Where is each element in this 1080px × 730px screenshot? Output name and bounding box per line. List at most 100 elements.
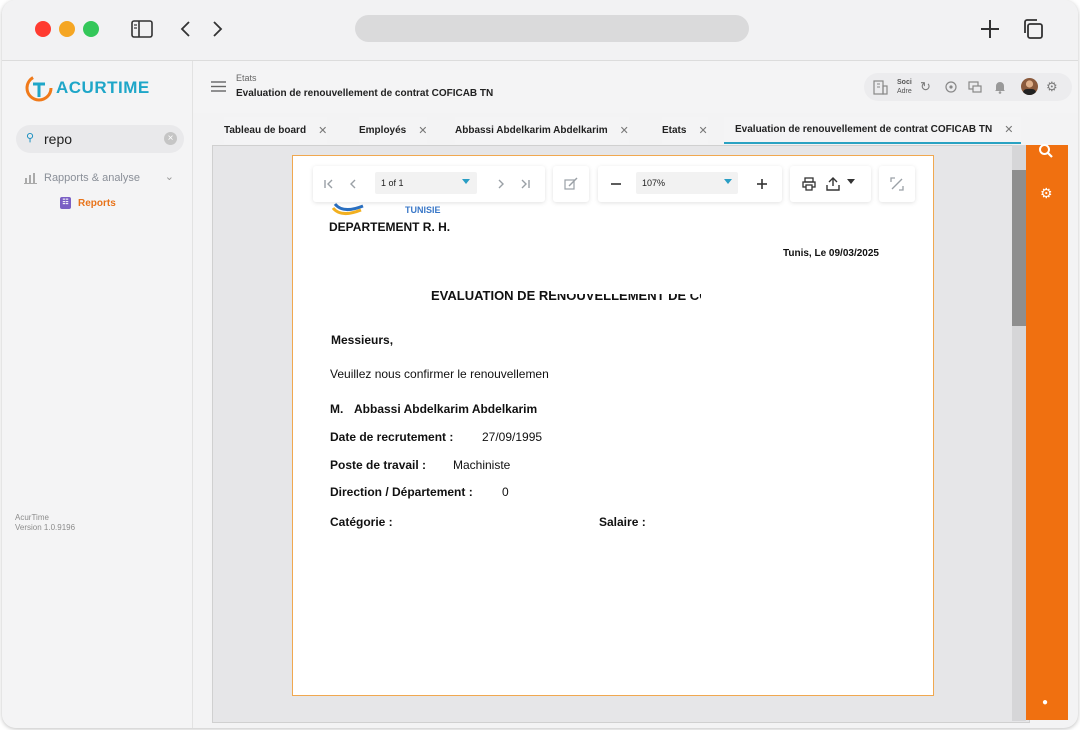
print-icon[interactable] [800,174,818,194]
acurtime-logo[interactable]: ACURTIME [24,73,150,103]
page-navigation: 1 of 1 [313,166,545,202]
back-icon[interactable] [172,16,198,42]
company-name: Soci [897,79,912,86]
new-tab-icon[interactable] [977,16,1003,42]
department-heading: DEPARTEMENT R. H. [329,220,451,234]
company-address: Adre [897,88,912,95]
tab-overview-icon[interactable] [1020,16,1046,42]
nav-group-rapports[interactable]: Rapports & analyse ⌄ [24,168,176,188]
maximize-window-button[interactable] [83,21,99,37]
app-version: AcurTime Version 1.0.9196 [15,513,75,533]
search-icon[interactable] [1038,143,1054,162]
zoom-out-icon[interactable] [608,174,624,194]
zoom-controls: 107% [598,166,782,202]
page-title: Evaluation de renouvellement de contrat … [236,88,494,99]
menu-search[interactable]: ⚲ × [16,125,184,153]
edit-icon[interactable] [563,174,579,194]
close-icon[interactable]: ✕ [318,124,327,137]
post-label: Poste de travail : [330,458,427,472]
settings-gear-icon[interactable]: ⚙ [1046,79,1058,95]
tab-abbassi[interactable]: Abbassi Abdelkarim Abdelkarim ✕ [455,117,629,144]
tab-label: Tableau de board [224,125,307,136]
close-window-button[interactable] [35,21,51,37]
export-icon[interactable] [824,174,842,194]
sidebar-item-label: Reports [78,197,116,209]
zoom-in-icon[interactable] [754,174,770,194]
browser-window: ACURTIME ⚲ × Rapports & analyse ⌄ ☷ Repo… [2,0,1078,728]
fullscreen-group [879,166,915,202]
tab-label: Etats [662,125,687,136]
report-page: TUNISIE DEPARTEMENT R. H. Tunis, Le 09/0… [292,155,934,696]
recruit-value: 27/09/1995 [482,430,543,444]
close-icon[interactable]: ✕ [698,124,707,137]
zoom-select[interactable]: 107% [636,172,738,194]
next-page-icon[interactable] [493,174,509,194]
sidebar-toggle-icon[interactable] [129,16,155,42]
chevron-down-icon[interactable] [847,179,855,184]
letter-body: Veuillez nous confirmer le renouvellemen [330,367,549,381]
previous-page-icon[interactable] [345,174,361,194]
chevron-down-icon[interactable] [724,179,732,184]
tab-label: Employés [359,125,407,136]
address-bar[interactable] [355,15,749,42]
menu-icon[interactable] [211,81,226,92]
right-action-bar: ⚙ ● [1026,143,1068,720]
report-icon: ☷ [60,197,71,209]
tab-label: Evaluation de renouvellement de contrat … [735,124,993,135]
category-label: Catégorie : [330,515,393,529]
version-name: AcurTime [15,513,49,522]
app-header: Etats Evaluation de renouvellement de co… [193,61,1078,113]
sync-icon[interactable] [944,79,958,95]
menu-search-input[interactable] [44,129,154,149]
logo-subtitle: TUNISIE [405,205,441,215]
employee-prefix: M. [330,402,344,416]
screens-icon[interactable] [968,79,982,95]
app-sidebar: ACURTIME ⚲ × Rapports & analyse ⌄ ☷ Repo… [2,61,193,728]
clear-search-icon[interactable]: × [164,132,177,145]
breadcrumb-parent[interactable]: Etats [236,73,257,83]
edit-group [553,166,589,202]
direction-value: 0 [502,485,509,499]
browser-toolbar [2,0,1078,61]
chart-icon [24,173,37,184]
salary-label: Salaire : [599,515,646,529]
close-icon[interactable]: ✕ [620,124,629,137]
acurtime-logo-icon [25,74,53,102]
header-actions: Soci Adre ↻ ⚙ [864,73,1072,101]
bell-icon[interactable] [994,79,1006,95]
company-info: Soci Adre [897,78,915,96]
forward-icon[interactable] [205,16,231,42]
letter-date: Tunis, Le 09/03/2025 [783,248,879,259]
search-icon: ⚲ [26,132,35,144]
fire-icon[interactable]: ● [1042,697,1048,708]
gear-icon[interactable]: ⚙ [1040,185,1053,202]
tab-label: Abbassi Abdelkarim Abdelkarim [455,125,608,136]
tab-etats[interactable]: Etats ✕ [662,117,708,144]
direction-label: Direction / Département : [330,485,473,499]
close-icon[interactable]: ✕ [1004,123,1013,136]
chevron-down-icon[interactable] [462,179,470,184]
post-value: Machiniste [453,458,511,472]
sidebar-item-reports[interactable]: ☷ Reports [60,197,116,209]
salutation: Messieurs, [331,333,394,347]
logo-text: ACURTIME [56,78,150,97]
tab-employes[interactable]: Employés ✕ [359,117,428,144]
tab-evaluation[interactable]: Evaluation de renouvellement de contrat … [724,117,1022,144]
tab-bar: Tableau de board ✕ Employés ✕ Abbassi Abde… [213,117,1033,145]
employee-name: Abbassi Abdelkarim Abdelkarim [354,402,538,416]
last-page-icon[interactable] [517,174,533,194]
first-page-icon[interactable] [321,174,337,194]
tab-tableau-de-board[interactable]: Tableau de board ✕ [224,117,328,144]
minimize-window-button[interactable] [59,21,75,37]
nav-group-label: Rapports & analyse [44,172,140,184]
building-icon[interactable] [872,79,888,95]
chevron-down-icon: ⌄ [164,171,174,183]
close-icon[interactable]: ✕ [418,124,427,137]
fit-page-icon[interactable] [889,174,905,194]
scrollbar-thumb[interactable] [1012,170,1026,326]
recruit-label: Date de recrutement : [330,430,454,444]
refresh-icon[interactable]: ↻ [920,79,931,95]
version-number: Version 1.0.9196 [15,523,76,532]
title-occlusion [551,281,771,294]
user-avatar[interactable] [1021,78,1038,95]
